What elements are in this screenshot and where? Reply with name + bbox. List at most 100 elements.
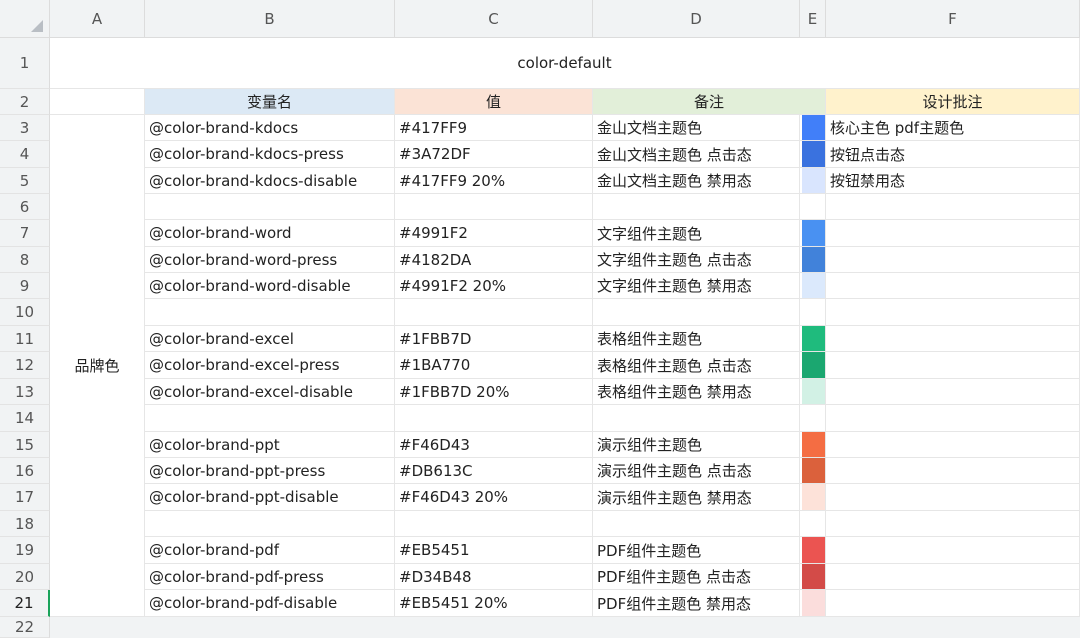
row-header-22[interactable]: 22 <box>0 617 50 638</box>
row-header-16[interactable]: 16 <box>0 458 50 484</box>
design-note-cell[interactable] <box>826 247 1080 273</box>
variable-name-cell[interactable]: @color-brand-pdf-disable <box>145 590 395 617</box>
value-cell[interactable]: #3A72DF <box>395 141 593 168</box>
column-header-e[interactable]: E <box>800 0 826 38</box>
row-header-6[interactable]: 6 <box>0 194 50 220</box>
row-header-13[interactable]: 13 <box>0 379 50 405</box>
design-note-cell[interactable] <box>826 194 1080 220</box>
color-swatch-cell[interactable] <box>800 326 826 352</box>
header-note[interactable]: 备注 <box>593 89 826 115</box>
header-value[interactable]: 值 <box>395 89 593 115</box>
column-header-f[interactable]: F <box>826 0 1080 38</box>
variable-name-cell[interactable]: @color-brand-ppt-press <box>145 458 395 484</box>
design-note-cell[interactable] <box>826 326 1080 352</box>
note-cell[interactable]: 演示组件主题色 点击态 <box>593 458 800 484</box>
variable-name-cell[interactable]: @color-brand-word-disable <box>145 273 395 299</box>
design-note-cell[interactable] <box>826 564 1080 590</box>
row-header-11[interactable]: 11 <box>0 326 50 352</box>
design-note-cell[interactable] <box>826 511 1080 537</box>
design-note-cell[interactable]: 按钮点击态 <box>826 141 1080 168</box>
header-name[interactable]: 变量名 <box>145 89 395 115</box>
header-design[interactable]: 设计批注 <box>826 89 1080 115</box>
row-header-10[interactable]: 10 <box>0 299 50 326</box>
value-cell[interactable]: #F46D43 <box>395 432 593 458</box>
note-cell[interactable] <box>593 511 800 537</box>
color-swatch-cell[interactable] <box>800 484 826 511</box>
design-note-cell[interactable] <box>826 537 1080 564</box>
value-cell[interactable]: #EB5451 <box>395 537 593 564</box>
row-22-area[interactable] <box>50 617 1080 638</box>
design-note-cell[interactable]: 按钮禁用态 <box>826 168 1080 194</box>
value-cell[interactable]: #F46D43 20% <box>395 484 593 511</box>
design-note-cell[interactable] <box>826 220 1080 247</box>
value-cell[interactable]: #417FF9 20% <box>395 168 593 194</box>
note-cell[interactable]: 演示组件主题色 禁用态 <box>593 484 800 511</box>
row-header-5[interactable]: 5 <box>0 168 50 194</box>
value-cell[interactable]: #1FBB7D 20% <box>395 379 593 405</box>
color-swatch-cell[interactable] <box>800 220 826 247</box>
row-header-14[interactable]: 14 <box>0 405 50 432</box>
row-header-4[interactable]: 4 <box>0 141 50 168</box>
note-cell[interactable] <box>593 299 800 326</box>
row-header-3[interactable]: 3 <box>0 115 50 141</box>
row-header-8[interactable]: 8 <box>0 247 50 273</box>
row-header-12[interactable]: 12 <box>0 352 50 379</box>
note-cell[interactable]: PDF组件主题色 <box>593 537 800 564</box>
value-cell[interactable]: #4991F2 <box>395 220 593 247</box>
color-swatch-cell[interactable] <box>800 352 826 379</box>
color-swatch-cell[interactable] <box>800 405 826 432</box>
color-swatch-cell[interactable] <box>800 168 826 194</box>
variable-name-cell[interactable]: @color-brand-word <box>145 220 395 247</box>
row-header-9[interactable]: 9 <box>0 273 50 299</box>
note-cell[interactable]: 表格组件主题色 点击态 <box>593 352 800 379</box>
color-swatch-cell[interactable] <box>800 194 826 220</box>
row-header-7[interactable]: 7 <box>0 220 50 247</box>
note-cell[interactable]: 演示组件主题色 <box>593 432 800 458</box>
spreadsheet-grid[interactable]: A B C D E F 1 2 3 4 5 6 7 8 9 10 11 12 13 14 15 16 17 18 19 20 21 2… <box>0 0 1080 638</box>
variable-name-cell[interactable]: @color-brand-word-press <box>145 247 395 273</box>
column-header-a[interactable]: A <box>50 0 145 38</box>
value-cell[interactable] <box>395 405 593 432</box>
note-cell[interactable] <box>593 194 800 220</box>
note-cell[interactable]: 文字组件主题色 <box>593 220 800 247</box>
variable-name-cell[interactable] <box>145 299 395 326</box>
color-swatch-cell[interactable] <box>800 273 826 299</box>
value-cell[interactable] <box>395 194 593 220</box>
color-swatch-cell[interactable] <box>800 537 826 564</box>
value-cell[interactable]: #EB5451 20% <box>395 590 593 617</box>
value-cell[interactable]: #1BA770 <box>395 352 593 379</box>
color-swatch-cell[interactable] <box>800 299 826 326</box>
group-label-brand-colors[interactable]: 品牌色 <box>50 115 145 617</box>
design-note-cell[interactable]: 核心主色 pdf主题色 <box>826 115 1080 141</box>
color-swatch-cell[interactable] <box>800 141 826 168</box>
note-cell[interactable]: PDF组件主题色 禁用态 <box>593 590 800 617</box>
color-swatch-cell[interactable] <box>800 564 826 590</box>
row-header-17[interactable]: 17 <box>0 484 50 511</box>
note-cell[interactable]: 文字组件主题色 禁用态 <box>593 273 800 299</box>
color-swatch-cell[interactable] <box>800 379 826 405</box>
column-header-b[interactable]: B <box>145 0 395 38</box>
color-swatch-cell[interactable] <box>800 115 826 141</box>
row-header-20[interactable]: 20 <box>0 564 50 590</box>
note-cell[interactable]: 金山文档主题色 点击态 <box>593 141 800 168</box>
note-cell[interactable]: 表格组件主题色 禁用态 <box>593 379 800 405</box>
design-note-cell[interactable] <box>826 484 1080 511</box>
row-header-21[interactable]: 21 <box>0 590 50 617</box>
row-header-18[interactable]: 18 <box>0 511 50 537</box>
design-note-cell[interactable] <box>826 352 1080 379</box>
note-cell[interactable]: PDF组件主题色 点击态 <box>593 564 800 590</box>
color-swatch-cell[interactable] <box>800 511 826 537</box>
sheet-title-cell[interactable]: color-default <box>50 38 1080 89</box>
design-note-cell[interactable] <box>826 299 1080 326</box>
variable-name-cell[interactable] <box>145 405 395 432</box>
note-cell[interactable]: 表格组件主题色 <box>593 326 800 352</box>
variable-name-cell[interactable] <box>145 194 395 220</box>
variable-name-cell[interactable] <box>145 511 395 537</box>
row-header-19[interactable]: 19 <box>0 537 50 564</box>
design-note-cell[interactable] <box>826 405 1080 432</box>
variable-name-cell[interactable]: @color-brand-kdocs <box>145 115 395 141</box>
variable-name-cell[interactable]: @color-brand-kdocs-press <box>145 141 395 168</box>
value-cell[interactable]: #4182DA <box>395 247 593 273</box>
design-note-cell[interactable] <box>826 458 1080 484</box>
variable-name-cell[interactable]: @color-brand-ppt-disable <box>145 484 395 511</box>
